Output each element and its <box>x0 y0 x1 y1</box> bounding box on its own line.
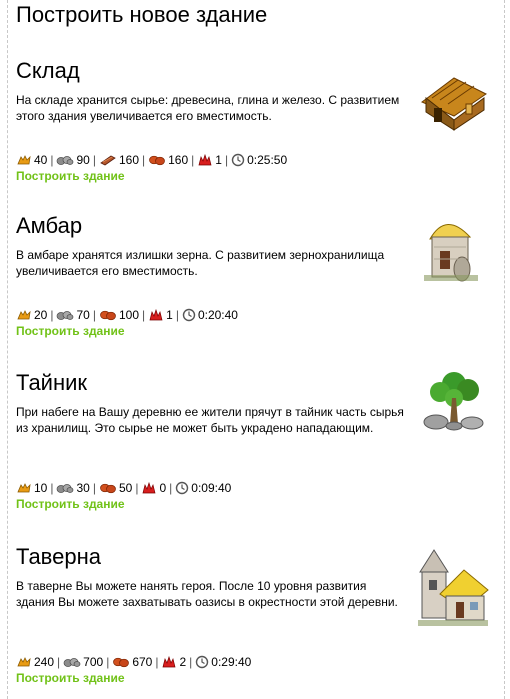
cost-row: 20| 70| | 100| 1| 0:20:40 <box>16 307 238 323</box>
build-button[interactable]: Построить здание <box>16 496 125 512</box>
clay-icon <box>56 154 74 166</box>
build-time: 0:25:50 <box>231 152 287 168</box>
wood-cost: 240 <box>16 654 54 670</box>
build-time: 0:29:40 <box>195 654 251 670</box>
clay-cost: 700 <box>63 654 103 670</box>
upkeep-icon <box>161 656 177 668</box>
clock-icon <box>175 481 189 495</box>
crop-cost: 100 <box>99 307 139 323</box>
clay-icon <box>63 656 81 668</box>
wood-icon <box>16 154 32 166</box>
upkeep-cost: 2 <box>161 654 186 670</box>
crop-cost: 670 <box>112 654 152 670</box>
warehouse-icon <box>421 77 487 131</box>
wood-cost: 40 <box>16 152 47 168</box>
building-name: Тайник <box>16 370 88 395</box>
clay-icon <box>56 482 74 494</box>
clock-icon <box>182 308 196 322</box>
crop-icon <box>112 656 130 668</box>
clock-icon <box>195 655 209 669</box>
clock-icon <box>231 153 245 167</box>
iron-icon <box>99 154 117 166</box>
crop-cost: 50 <box>99 480 132 496</box>
cost-row: 40 | 90 | 160 | 160 | 1 | 0:25:50 <box>16 152 287 168</box>
clay-icon <box>56 309 74 321</box>
building-name: Амбар <box>16 213 83 238</box>
building-description: На складе хранится сырье: древесина, гли… <box>16 93 400 123</box>
build-time: 0:20:40 <box>182 307 238 323</box>
upkeep-cost: 1 <box>148 307 173 323</box>
cost-row: 240| 700| | 670| 2| 0:29:40 <box>16 654 251 670</box>
iron-cost: 160 <box>99 152 139 168</box>
cost-row: 10| 30| | 50| 0| 0:09:40 <box>16 480 231 496</box>
clay-cost: 90 <box>56 152 90 168</box>
building-name: Склад <box>16 58 80 83</box>
building-description: При набеге на Вашу деревню ее жители пря… <box>16 405 404 435</box>
wood-cost: 20 <box>16 307 47 323</box>
clay-cost: 30 <box>56 480 90 496</box>
cranny-tree-icon <box>423 372 484 431</box>
building-card: Таверна В таверне Вы можете нанять героя… <box>0 544 510 685</box>
wood-cost: 10 <box>16 480 47 496</box>
building-card: Тайник При набеге на Вашу деревню ее жит… <box>0 370 510 511</box>
upkeep-cost: 0 <box>141 480 166 496</box>
building-name: Таверна <box>16 544 101 569</box>
wood-icon <box>16 482 32 494</box>
wood-icon <box>16 656 32 668</box>
build-time: 0:09:40 <box>175 480 231 496</box>
wood-icon <box>16 309 32 321</box>
build-button[interactable]: Построить здание <box>16 168 125 184</box>
upkeep-icon <box>197 154 213 166</box>
crop-cost: 160 <box>148 152 188 168</box>
building-card: Амбар В амбаре хранятся излишки зерна. С… <box>0 213 510 343</box>
building-description: В амбаре хранятся излишки зерна. С разви… <box>16 248 385 278</box>
crop-icon <box>99 482 117 494</box>
granary-icon <box>424 224 478 282</box>
crop-icon <box>99 309 117 321</box>
building-description: В таверне Вы можете нанять героя. После … <box>16 579 398 609</box>
upkeep-icon <box>141 482 157 494</box>
crop-icon <box>148 154 166 166</box>
clay-cost: 70 <box>56 307 90 323</box>
build-button[interactable]: Построить здание <box>16 323 125 339</box>
upkeep-icon <box>148 309 164 321</box>
build-button[interactable]: Построить здание <box>16 670 125 686</box>
tavern-icon <box>418 549 489 626</box>
building-card: Склад На складе хранится сырье: древесин… <box>0 58 510 188</box>
upkeep-cost: 1 <box>197 152 222 168</box>
page-title: Построить новое здание <box>16 2 268 27</box>
